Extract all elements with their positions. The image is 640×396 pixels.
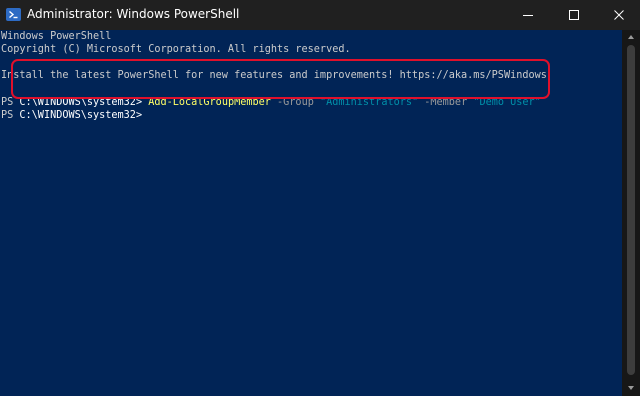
window-title: Administrator: Windows PowerShell xyxy=(27,7,240,21)
close-icon xyxy=(613,10,624,20)
chevron-down-icon xyxy=(628,386,634,390)
console-line-copyright: Copyright (C) Microsoft Corporation. All… xyxy=(1,44,351,55)
maximize-button[interactable] xyxy=(551,0,597,30)
prompt-path: C:\WINDOWS\system32> xyxy=(19,110,143,121)
chevron-up-icon xyxy=(628,35,634,39)
ps-prefix: PS xyxy=(1,110,20,121)
prompt-line[interactable]: PS C:\WINDOWS\system32> xyxy=(1,109,142,122)
command-highlight-box xyxy=(11,59,550,99)
powershell-window: Administrator: Windows PowerShell Window… xyxy=(0,0,640,396)
close-button[interactable] xyxy=(597,0,640,30)
title-bar[interactable]: Administrator: Windows PowerShell xyxy=(0,0,640,30)
vertical-scrollbar[interactable] xyxy=(622,30,640,396)
scroll-down-button[interactable] xyxy=(622,383,640,393)
minimize-button[interactable] xyxy=(505,0,551,30)
powershell-icon xyxy=(6,7,21,22)
console-line-header: Windows PowerShell xyxy=(1,31,112,42)
scroll-thumb[interactable] xyxy=(627,45,635,375)
minimize-icon xyxy=(523,15,533,16)
scroll-up-button[interactable] xyxy=(622,32,640,42)
maximize-icon xyxy=(569,10,579,20)
